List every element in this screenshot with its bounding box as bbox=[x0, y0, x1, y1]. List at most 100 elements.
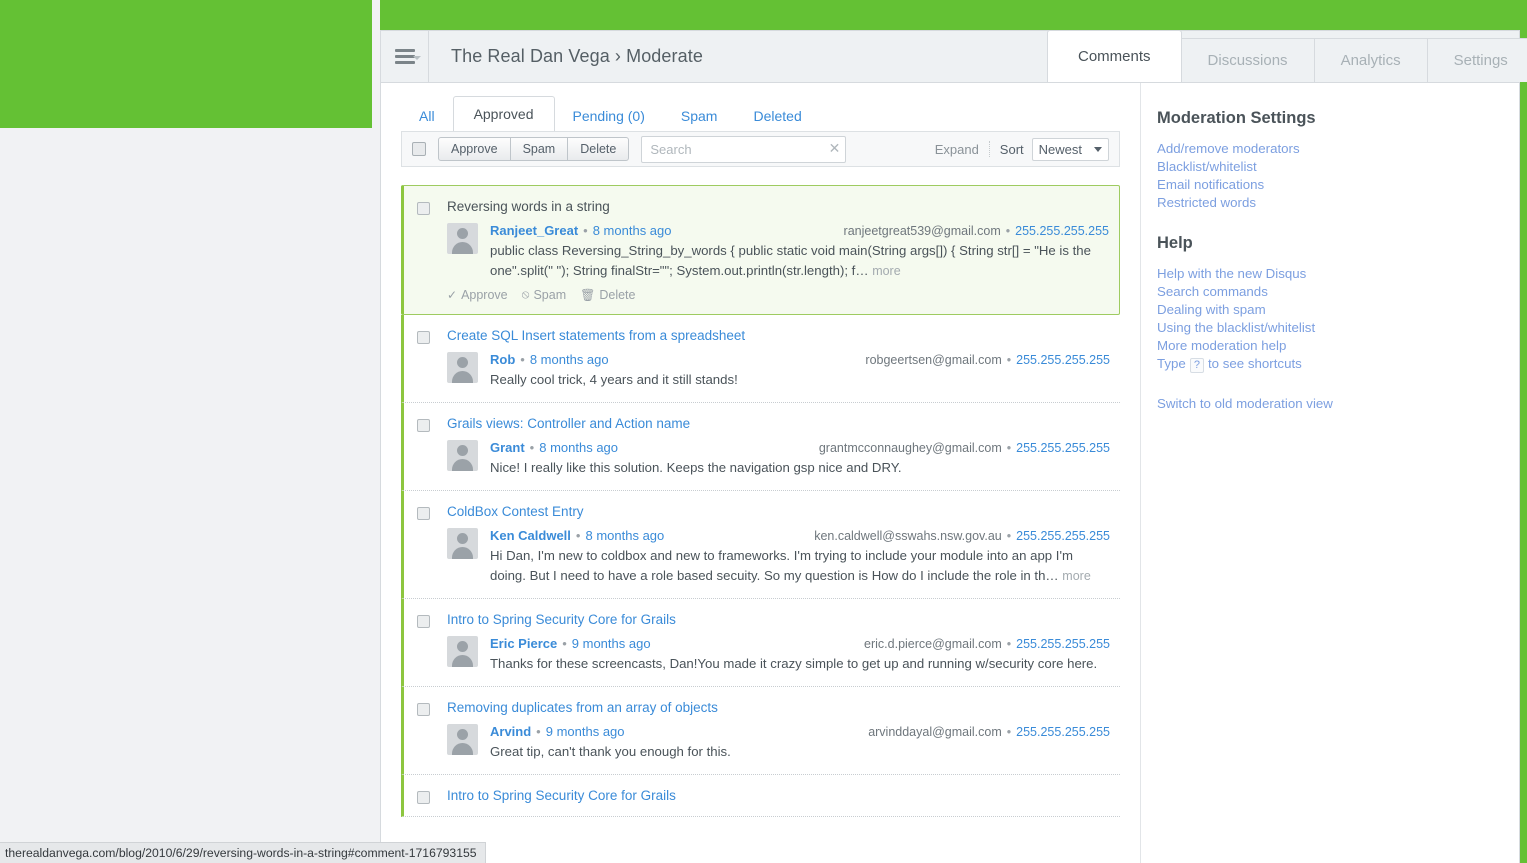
expand-more-link[interactable]: more bbox=[1062, 569, 1090, 583]
thread-title-link[interactable]: ColdBox Contest Entry bbox=[447, 504, 584, 519]
comment-checkbox[interactable] bbox=[417, 703, 430, 716]
search-input[interactable] bbox=[641, 135, 847, 163]
spam-action[interactable]: ⦸ Spam bbox=[522, 287, 566, 302]
comment-timestamp[interactable]: 9 months ago bbox=[546, 724, 625, 739]
comment-checkbox[interactable] bbox=[417, 507, 430, 520]
comment-checkbox[interactable] bbox=[417, 202, 430, 215]
help-link[interactable]: Using the blacklist/whitelist bbox=[1157, 319, 1519, 337]
comment-text-value: Great tip, can't thank you enough for th… bbox=[490, 744, 731, 759]
comment-head: Reversing words in a string bbox=[417, 199, 1109, 215]
moderation-setting-link[interactable]: Restricted words bbox=[1157, 194, 1519, 212]
expand-button[interactable]: Expand bbox=[935, 142, 979, 157]
comment-author[interactable]: Rob bbox=[490, 352, 515, 367]
sort-select[interactable]: Newest bbox=[1031, 137, 1109, 161]
comment-text: Really cool trick, 4 years and it still … bbox=[490, 370, 1110, 390]
comment-timestamp[interactable]: 8 months ago bbox=[593, 223, 672, 238]
delete-action[interactable]: 🗑 Delete bbox=[580, 288, 635, 302]
comment-meta: Ranjeet_Great • 8 months ago ranjeetgreat53… bbox=[490, 223, 1109, 238]
tab-pending[interactable]: Pending (0) bbox=[555, 99, 663, 132]
comment-item: Removing duplicates from an array of obj… bbox=[401, 687, 1120, 775]
comment-author[interactable]: Eric Pierce bbox=[490, 636, 557, 651]
comment-timestamp[interactable]: 8 months ago bbox=[530, 352, 609, 367]
comment-email: robgeertsen@gmail.com bbox=[865, 353, 1002, 367]
comment-text: Great tip, can't thank you enough for th… bbox=[490, 742, 1110, 762]
tab-spam[interactable]: Spam bbox=[663, 99, 736, 132]
thread-title-link[interactable]: Intro to Spring Security Core for Grails bbox=[447, 788, 676, 803]
clear-search-icon[interactable]: ✕ bbox=[829, 140, 841, 156]
comment-item: Intro to Spring Security Core for Grails… bbox=[401, 599, 1120, 687]
comment-ip[interactable]: 255.255.255.255 bbox=[1016, 353, 1110, 367]
page-root: The Real Dan Vega › Moderate All Approve… bbox=[0, 0, 1527, 863]
comment-checkbox[interactable] bbox=[417, 331, 430, 344]
meta-separator: • bbox=[1005, 224, 1011, 238]
switch-old-moderation-link[interactable]: Switch to old moderation view bbox=[1157, 395, 1519, 413]
tab-approved[interactable]: Approved bbox=[452, 96, 555, 132]
comment-author[interactable]: Arvind bbox=[490, 724, 531, 739]
meta-separator: • bbox=[520, 352, 525, 367]
moderation-setting-link[interactable]: Email notifications bbox=[1157, 176, 1519, 194]
tab-deleted[interactable]: Deleted bbox=[735, 99, 819, 132]
comment-item: Grails views: Controller and Action name… bbox=[401, 403, 1120, 491]
sort-value: Newest bbox=[1038, 141, 1082, 157]
comment-contact: arvinddayal@gmail.com • 255.255.255.255 bbox=[868, 725, 1110, 739]
meta-separator: • bbox=[1006, 637, 1012, 651]
comment-author[interactable]: Grant bbox=[490, 440, 525, 455]
thread-title-link[interactable]: Intro to Spring Security Core for Grails bbox=[447, 612, 676, 627]
avatar bbox=[447, 528, 478, 559]
comment-actions: ✓ Approve ⦸ Spam 🗑 Delete bbox=[417, 287, 1109, 302]
comment-checkbox[interactable] bbox=[417, 615, 430, 628]
bulk-spam-button[interactable]: Spam bbox=[509, 137, 569, 161]
tab-discussions[interactable]: Discussions bbox=[1181, 38, 1315, 82]
comment-checkbox[interactable] bbox=[417, 419, 430, 432]
comment-timestamp[interactable]: 9 months ago bbox=[572, 636, 651, 651]
comment-text: public class Reversing_String_by_words {… bbox=[490, 241, 1109, 281]
comment-head: Removing duplicates from an array of obj… bbox=[417, 700, 1110, 716]
meta-separator: • bbox=[536, 724, 541, 739]
comment-ip[interactable]: 255.255.255.255 bbox=[1016, 529, 1110, 543]
bulk-approve-button[interactable]: Approve bbox=[438, 137, 511, 161]
help-heading: Help bbox=[1157, 234, 1193, 252]
help-link[interactable]: Search commands bbox=[1157, 283, 1519, 301]
comment-timestamp[interactable]: 8 months ago bbox=[539, 440, 618, 455]
tab-analytics[interactable]: Analytics bbox=[1314, 38, 1428, 82]
comment-checkbox[interactable] bbox=[417, 791, 430, 804]
comment-ip[interactable]: 255.255.255.255 bbox=[1016, 725, 1110, 739]
status-bar-url: therealdanvega.com/blog/2010/6/29/revers… bbox=[0, 842, 486, 863]
search-wrapper: ✕ bbox=[641, 135, 847, 163]
expand-more-link[interactable]: more bbox=[872, 264, 900, 278]
tab-comments[interactable]: Comments bbox=[1047, 30, 1182, 82]
bulk-buttons: Approve Spam Delete bbox=[438, 137, 630, 161]
toolbar-divider bbox=[988, 141, 990, 157]
meta-separator: • bbox=[529, 440, 535, 455]
tab-settings[interactable]: Settings bbox=[1427, 38, 1527, 82]
comment-ip[interactable]: 255.255.255.255 bbox=[1016, 441, 1110, 455]
menu-button[interactable] bbox=[381, 31, 429, 82]
comment-main: Ken Caldwell • 8 months ago ken.caldwell@ss… bbox=[490, 528, 1110, 586]
moderation-setting-link[interactable]: Blacklist/whitelist bbox=[1157, 158, 1519, 176]
comment-email: grantmcconnaughey@gmail.com bbox=[818, 441, 1002, 455]
toolbar-right: Expand Sort Newest bbox=[935, 137, 1109, 161]
moderation-setting-link[interactable]: Add/remove moderators bbox=[1157, 140, 1519, 158]
comment-contact: eric.d.pierce@gmail.com • 255.255.255.255 bbox=[864, 637, 1110, 651]
check-icon: ✓ bbox=[447, 287, 458, 302]
meta-separator: • bbox=[562, 636, 567, 651]
spam-action-label: Spam bbox=[533, 287, 567, 302]
tab-all[interactable]: All bbox=[401, 99, 453, 132]
bulk-delete-button[interactable]: Delete bbox=[567, 137, 630, 161]
comment-ip[interactable]: 255.255.255.255 bbox=[1016, 637, 1110, 651]
help-link[interactable]: Dealing with spam bbox=[1157, 301, 1519, 319]
select-all-checkbox[interactable] bbox=[412, 142, 426, 156]
thread-title-link[interactable]: Grails views: Controller and Action name bbox=[447, 416, 690, 431]
comment-ip[interactable]: 255.255.255.255 bbox=[1015, 224, 1109, 238]
shortcut-key: ? bbox=[1189, 358, 1204, 373]
thread-title-link[interactable]: Removing duplicates from an array of obj… bbox=[447, 700, 718, 715]
chevron-down-icon bbox=[413, 56, 421, 60]
comment-timestamp[interactable]: 8 months ago bbox=[585, 528, 664, 543]
page-left-gutter bbox=[372, 0, 380, 863]
thread-title-link[interactable]: Create SQL Insert statements from a spre… bbox=[447, 328, 745, 343]
comment-author[interactable]: Ranjeet_Great bbox=[490, 223, 578, 238]
help-link[interactable]: Help with the new Disqus bbox=[1157, 265, 1519, 283]
comment-author[interactable]: Ken Caldwell bbox=[490, 528, 571, 543]
help-link[interactable]: More moderation help bbox=[1157, 337, 1519, 355]
approve-action[interactable]: ✓ Approve bbox=[447, 288, 508, 302]
